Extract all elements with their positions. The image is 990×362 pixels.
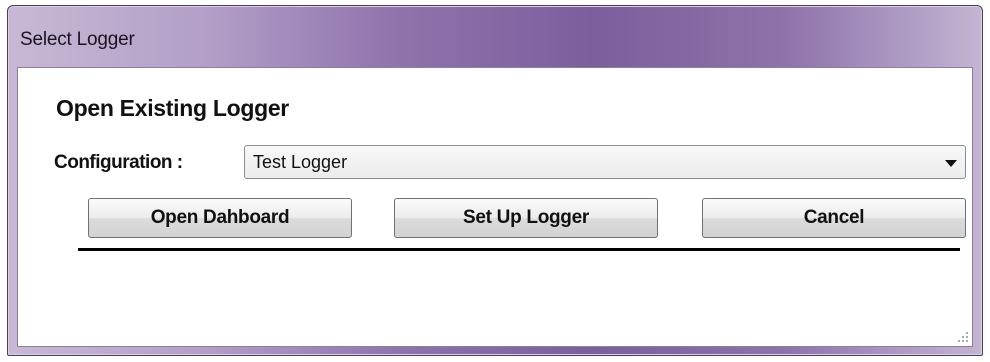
set-up-logger-button[interactable]: Set Up Logger xyxy=(394,198,658,238)
section-heading: Open Existing Logger xyxy=(56,95,289,121)
dialog-client-area: Open Existing Logger Configuration : Tes… xyxy=(17,67,973,347)
resize-grip-icon[interactable] xyxy=(958,332,968,342)
chevron-down-icon[interactable] xyxy=(945,160,957,167)
configuration-dropdown[interactable]: Test Logger xyxy=(244,145,966,179)
select-logger-window: Select Logger Open Existing Logger Confi… xyxy=(7,5,983,356)
window-title: Select Logger xyxy=(20,29,135,50)
divider-line xyxy=(78,248,960,251)
cancel-button[interactable]: Cancel xyxy=(702,198,966,238)
configuration-label: Configuration : xyxy=(54,152,183,173)
configuration-selected-value: Test Logger xyxy=(253,152,348,172)
open-dashboard-button[interactable]: Open Dahboard xyxy=(88,198,352,238)
title-bar[interactable]: Select Logger xyxy=(8,6,982,62)
